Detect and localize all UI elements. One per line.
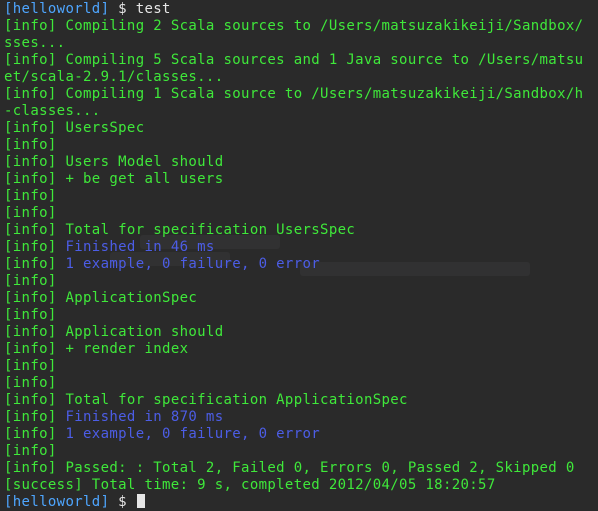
log-message: Finished in 46 ms [65,239,215,255]
info-tag: [info] [4,239,57,255]
info-tag: [info] [4,375,57,391]
prompt-directory: [helloworld] [4,1,110,17]
info-tag: [info] [4,426,57,442]
info-tag: [info] [4,273,57,289]
log-line: [info] [4,443,598,460]
log-message: sses... [4,35,66,51]
log-message: et/scala-2.9.1/classes... [4,69,224,85]
log-line: [info] Finished in 870 ms [4,409,598,426]
info-tag: [info] [4,460,57,476]
log-message: Total time: 9 s, completed 2012/04/05 18… [91,477,496,493]
info-tag: [info] [4,307,57,323]
log-message: Compiling 2 Scala sources to /Users/mats… [65,18,584,34]
info-tag: [info] [4,137,57,153]
log-line: [info] [4,358,598,375]
log-line-continuation: sses... [4,35,598,52]
info-tag: [info] [4,256,57,272]
prompt-directory: [helloworld] [4,494,110,510]
prompt-symbol: $ [118,494,127,510]
log-line: [info] [4,188,598,205]
terminal-window[interactable]: [helloworld] $ test [info] Compiling 2 Sc… [0,0,598,511]
log-line: [info] Users Model should [4,154,598,171]
prompt-symbol: $ [118,1,127,17]
log-line: [info] [4,273,598,290]
info-tag: [info] [4,358,57,374]
log-message: Users Model should [65,154,224,170]
log-line: [success] Total time: 9 s, completed 201… [4,477,598,494]
log-message: Total for specification UsersSpec [65,222,356,238]
log-line: [info] + be get all users [4,171,598,188]
log-line: [info] UsersSpec [4,120,598,137]
success-tag: [success] [4,477,84,493]
info-tag: [info] [4,86,57,102]
log-line-continuation: et/scala-2.9.1/classes... [4,69,598,86]
log-line: [info] Passed: : Total 2, Failed 0, Erro… [4,460,598,477]
log-message: ApplicationSpec [65,290,198,306]
info-tag: [info] [4,171,57,187]
info-tag: [info] [4,222,57,238]
log-line: [info] Total for specification Applicati… [4,392,598,409]
log-message: Application should [65,324,224,340]
log-line: [info] + render index [4,341,598,358]
log-message: Total for specification ApplicationSpec [65,392,408,408]
log-line: [info] Compiling 1 Scala source to /User… [4,86,598,103]
log-line: [info] Application should [4,324,598,341]
log-message: -classes... [4,103,101,119]
log-message: UsersSpec [65,120,145,136]
log-line: [info] Total for specification UsersSpec [4,222,598,239]
info-tag: [info] [4,18,57,34]
log-line: [info] Compiling 5 Scala sources and 1 J… [4,52,598,69]
log-line-continuation: -classes... [4,103,598,120]
log-message: + render index [65,341,189,357]
info-tag: [info] [4,392,57,408]
log-line: [info] 1 example, 0 failure, 0 error [4,426,598,443]
log-line: [info] 1 example, 0 failure, 0 error [4,256,598,273]
info-tag: [info] [4,205,57,221]
log-line: [info] [4,137,598,154]
info-tag: [info] [4,188,57,204]
log-line: [info] ApplicationSpec [4,290,598,307]
info-tag: [info] [4,120,57,136]
prompt-command: test [135,1,171,17]
info-tag: [info] [4,154,57,170]
info-tag: [info] [4,409,57,425]
log-message: Compiling 1 Scala source to /Users/matsu… [65,86,584,102]
info-tag: [info] [4,324,57,340]
info-tag: [info] [4,290,57,306]
log-line: [info] Compiling 2 Scala sources to /Use… [4,18,598,35]
info-tag: [info] [4,443,57,459]
cursor[interactable] [136,494,145,508]
log-message: Compiling 5 Scala sources and 1 Java sou… [65,52,584,68]
log-line: [info] [4,205,598,222]
prompt-line: [helloworld] $ test [4,1,598,18]
prompt-line: [helloworld] $ [4,494,598,511]
log-message: Finished in 870 ms [65,409,224,425]
info-tag: [info] [4,341,57,357]
log-message: 1 example, 0 failure, 0 error [65,426,321,442]
log-line: [info] [4,307,598,324]
log-message: 1 example, 0 failure, 0 error [65,256,321,272]
log-line: [info] Finished in 46 ms [4,239,598,256]
log-line: [info] [4,375,598,392]
terminal-output: [helloworld] $ test [info] Compiling 2 Sc… [4,1,598,511]
log-message: + be get all users [65,171,224,187]
log-message: Passed: : Total 2, Failed 0, Errors 0, P… [65,460,575,476]
info-tag: [info] [4,52,57,68]
